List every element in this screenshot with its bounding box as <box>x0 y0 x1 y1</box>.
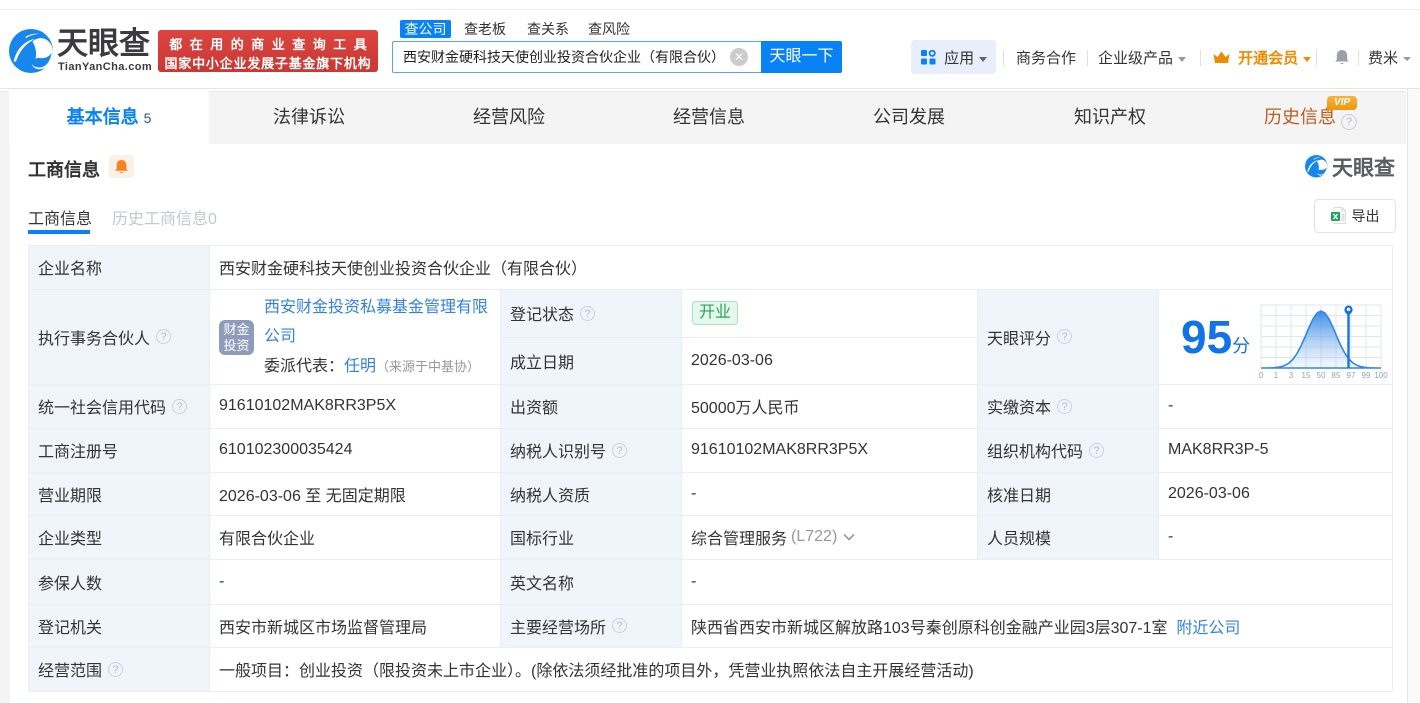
svg-text:天眼查: 天眼查 <box>1332 156 1395 178</box>
svg-text:15: 15 <box>1302 371 1311 379</box>
svg-text:99: 99 <box>1362 371 1371 379</box>
svg-text:97: 97 <box>1347 371 1356 379</box>
svg-text:100: 100 <box>1374 371 1388 379</box>
svg-text:0: 0 <box>1259 371 1264 379</box>
svg-text:1: 1 <box>1274 371 1279 379</box>
svg-text:85: 85 <box>1332 371 1341 379</box>
svg-text:3: 3 <box>1289 371 1294 379</box>
svg-text:50: 50 <box>1317 371 1326 379</box>
